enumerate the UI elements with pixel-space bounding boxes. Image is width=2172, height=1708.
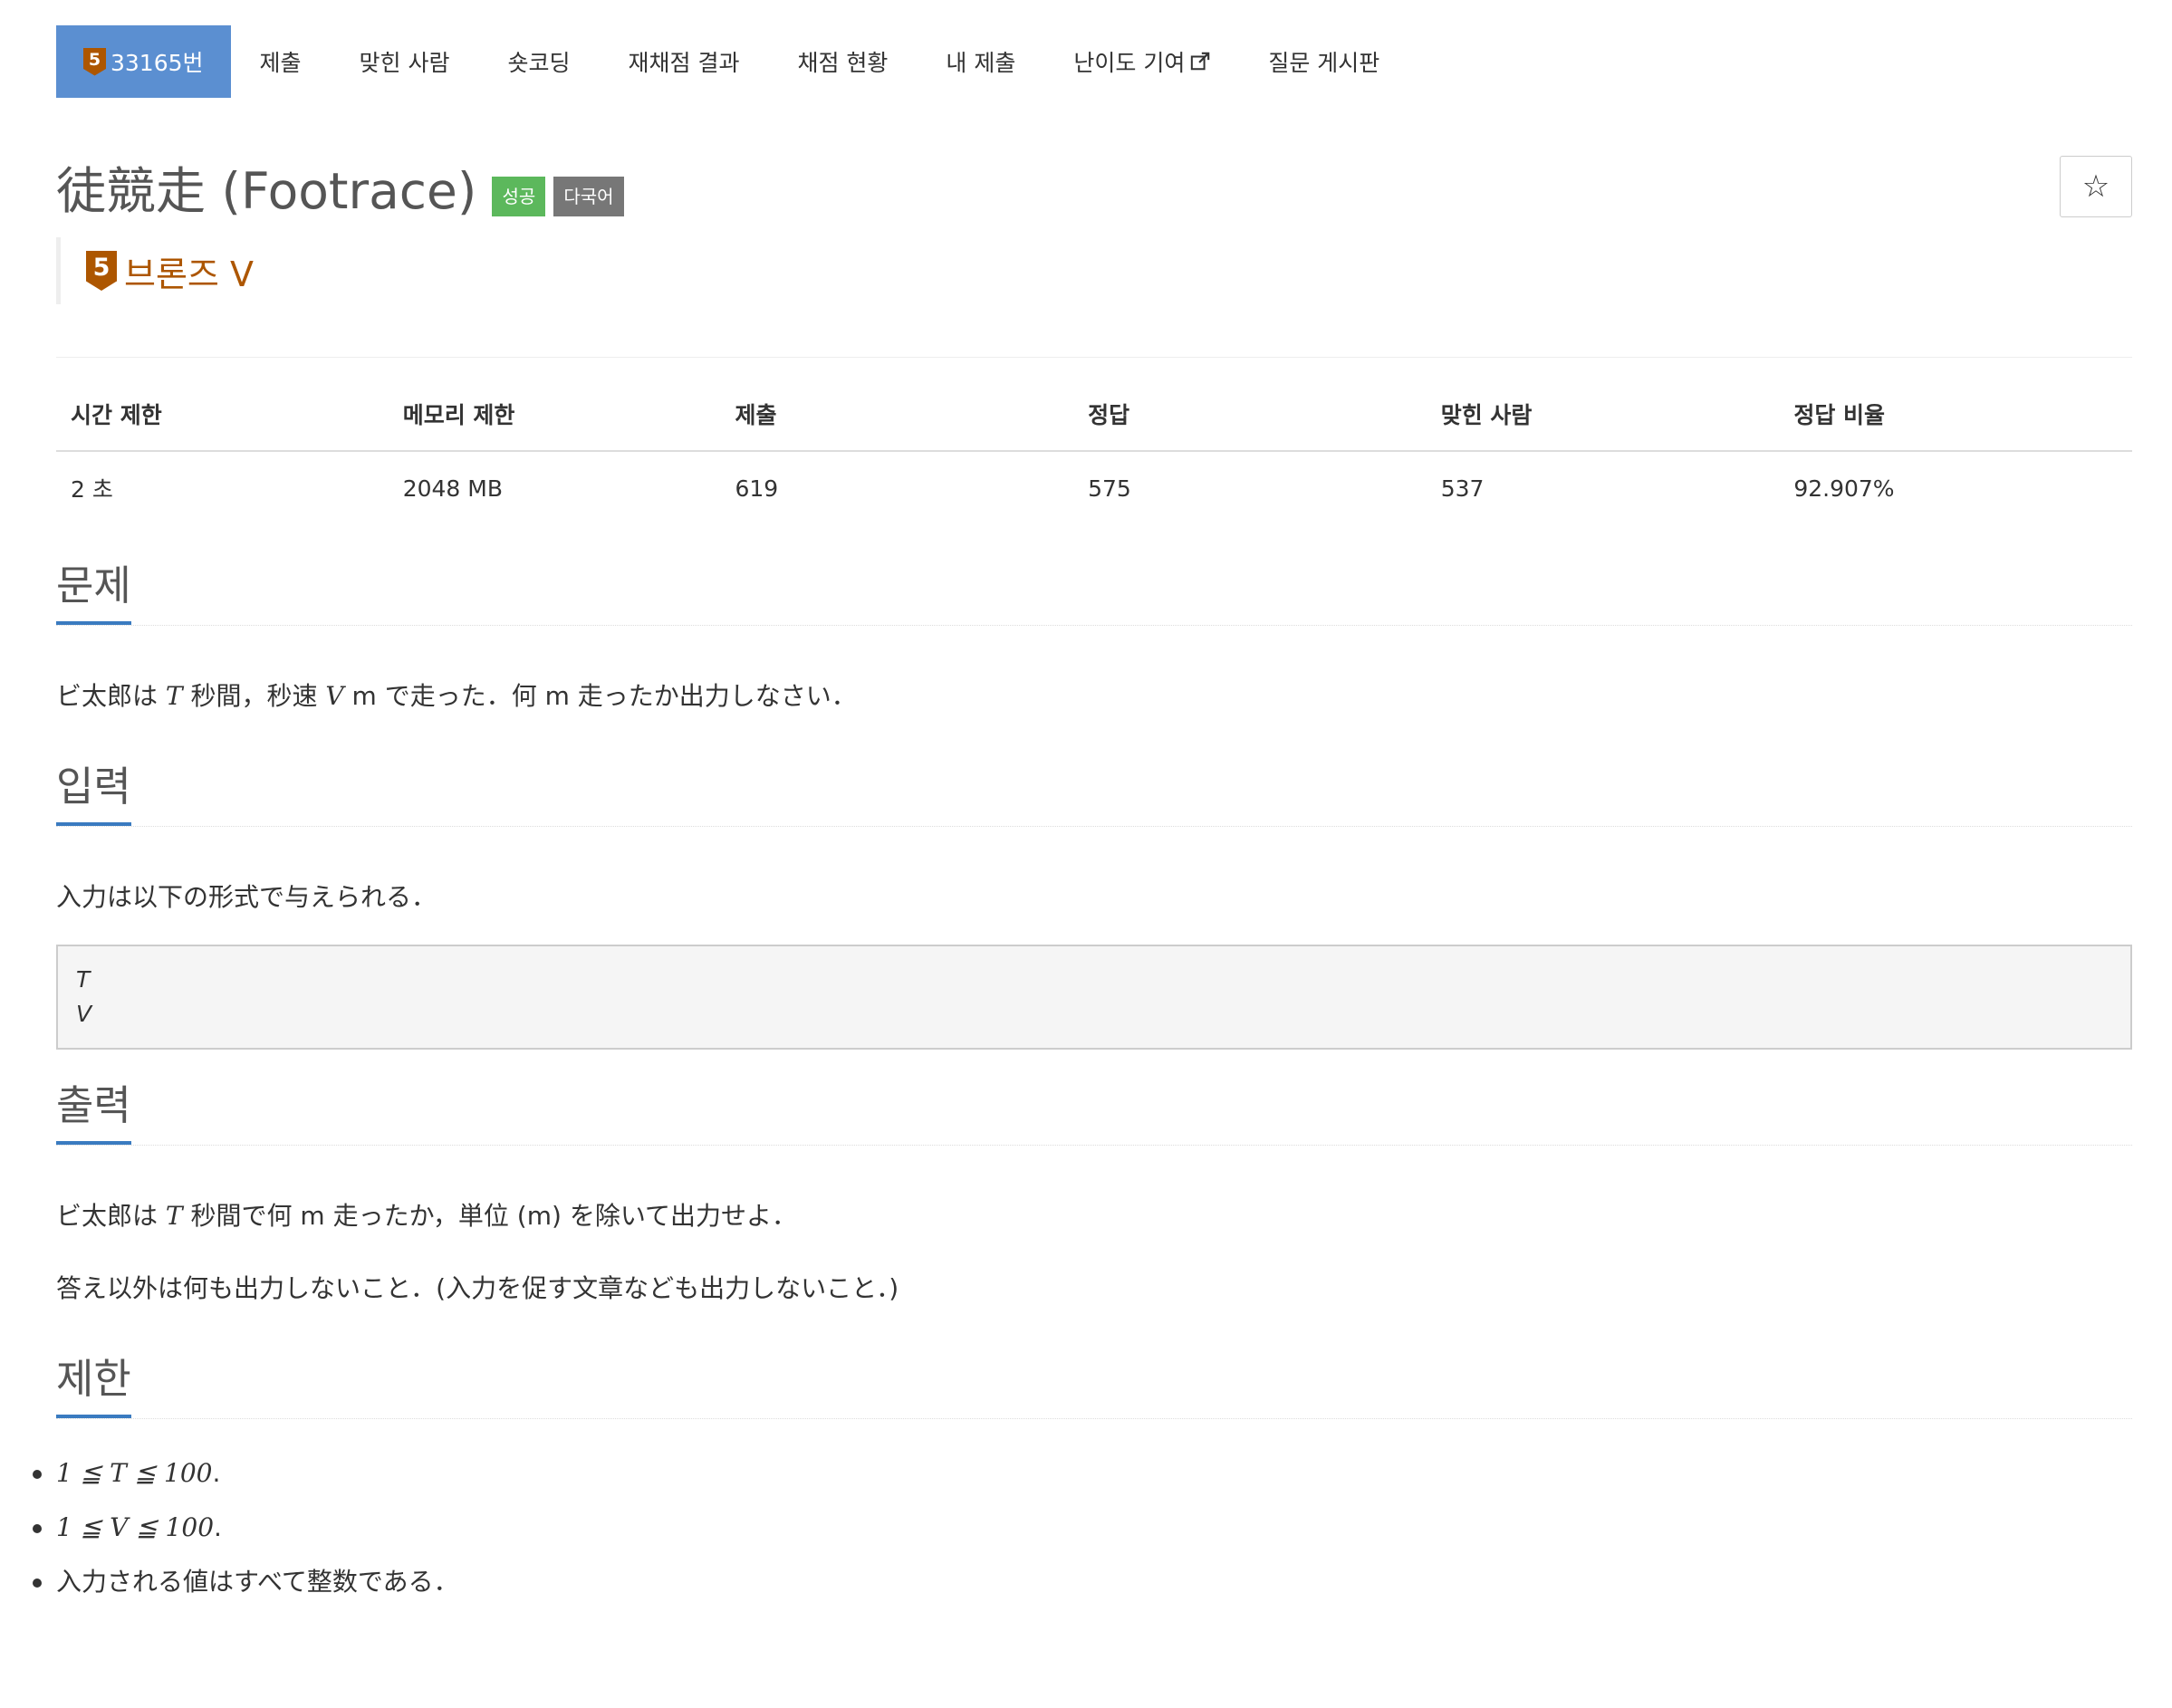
nav-rejudge-tab[interactable]: 재채점 결과 — [600, 25, 769, 98]
header-time-limit: 시간 제한 — [56, 398, 389, 452]
problem-heading: 문제 — [56, 563, 131, 625]
nav-solvers-tab[interactable]: 맞힌 사람 — [331, 25, 479, 98]
limit-t-formula: 1 ≦ T ≦ 100 — [56, 1458, 213, 1488]
period: . — [212, 1458, 221, 1488]
header-accept-ratio: 정답 비율 — [1779, 398, 2132, 452]
input-format-block: T V — [56, 945, 2132, 1050]
input-format-line: V — [76, 1001, 92, 1027]
problem-page: 5 33165번 제출 맞힌 사람 숏코딩 재채점 결과 채점 현황 내 제출 … — [0, 0, 2172, 1708]
problem-section-header: 문제 — [56, 537, 2132, 626]
text-span: 秒間で何 m 走ったか，単位 (m) を除いて出力せよ． — [182, 1201, 797, 1231]
list-item: 1 ≦ T ≦ 100. — [33, 1455, 2132, 1492]
output-heading: 출력 — [56, 1083, 131, 1145]
math-var-t: T — [165, 1201, 183, 1231]
submissions-value: 619 — [735, 475, 779, 502]
solvers-value: 537 — [1440, 475, 1485, 502]
time-limit-value: 2 초 — [71, 476, 113, 503]
text-span: ビ太郎は — [56, 681, 166, 711]
bronze-tier-icon: 5 — [83, 47, 106, 76]
input-heading: 입력 — [56, 764, 131, 826]
problem-title: 徒競走 (Footrace) — [56, 162, 477, 220]
text-span: 秒間，秒速 — [182, 681, 326, 711]
output-section: 출력 ビ太郎は T 秒間で何 m 走ったか，単位 (m) を除いて出力せよ． 答… — [56, 1057, 2132, 1307]
star-icon: ☆ — [2081, 168, 2110, 205]
limits-heading: 제한 — [56, 1357, 131, 1418]
accepted-value: 575 — [1088, 475, 1131, 502]
problem-id-label: 33165번 — [111, 50, 204, 76]
limit-v-formula: 1 ≦ V ≦ 100 — [56, 1512, 215, 1542]
favorite-star-button[interactable]: ☆ — [2060, 156, 2132, 217]
input-description: 入力は以下の形式で与えられる． — [56, 882, 437, 912]
multilang-badge[interactable]: 다국어 — [553, 177, 624, 216]
bronze-tier-icon: 5 — [86, 251, 117, 291]
output-note: 答え以外は何も出力しないこと．(入力を促す文章なども出力しないこと．) — [56, 1273, 899, 1303]
header-memory-limit: 메모리 제한 — [388, 398, 721, 452]
limits-section-header: 제한 — [56, 1330, 2132, 1419]
nav-submit-tab[interactable]: 제출 — [231, 25, 331, 98]
content-container: 5 33165번 제출 맞힌 사람 숏코딩 재채점 결과 채점 현황 내 제출 … — [33, 25, 2132, 1618]
nav-my-submissions-tab[interactable]: 내 제출 — [917, 25, 1044, 98]
input-format-line: T — [76, 966, 91, 993]
limits-section: 제한 1 ≦ T ≦ 100. 1 ≦ V ≦ 100. 入力される値はすべて整… — [33, 1330, 2132, 1600]
problem-nav: 5 33165번 제출 맞힌 사람 숏코딩 재채점 결과 채점 현황 내 제출 … — [56, 25, 2132, 98]
nav-problem-tab[interactable]: 5 33165번 — [56, 25, 231, 98]
problem-section: 문제 ビ太郎は T 秒間，秒速 V m で走った．何 m 走ったか出力しなさい． — [56, 537, 2132, 715]
input-section: 입력 入力は以下の形式で与えられる． T V — [56, 738, 2132, 1050]
output-description: ビ太郎は T 秒間で何 m 走ったか，単位 (m) を除いて出力せよ． — [56, 1198, 2132, 1234]
difficulty-contrib-label: 난이도 기여 — [1073, 50, 1186, 76]
header-submissions: 제출 — [720, 398, 1074, 452]
nav-difficulty-contrib-link[interactable]: 난이도 기여 — [1044, 25, 1239, 98]
divider — [56, 357, 2132, 358]
math-var-v: V — [325, 681, 344, 711]
title-row: 徒競走 (Footrace) 성공 다국어 ☆ — [56, 156, 2132, 221]
input-section-header: 입력 — [56, 738, 2132, 827]
output-section-header: 출력 — [56, 1057, 2132, 1146]
accept-ratio-value: 92.907% — [1793, 475, 1895, 502]
table-row: 2 초 2048 MB 619 575 537 92.907% — [56, 451, 2132, 504]
table-header-row: 시간 제한 메모리 제한 제출 정답 맞힌 사람 정답 비율 — [56, 398, 2132, 452]
problem-info-table: 시간 제한 메모리 제한 제출 정답 맞힌 사람 정답 비율 2 초 2048 … — [56, 398, 2132, 504]
nav-shortcoding-tab[interactable]: 숏코딩 — [479, 25, 600, 98]
memory-limit-value: 2048 MB — [402, 475, 504, 502]
list-item: 1 ≦ V ≦ 100. — [33, 1510, 2132, 1546]
limits-list: 1 ≦ T ≦ 100. 1 ≦ V ≦ 100. 入力される値はすべて整数であ… — [33, 1455, 2132, 1600]
header-solvers: 맞힌 사람 — [1426, 398, 1780, 452]
text-span: ビ太郎は — [56, 1201, 166, 1231]
solved-badge: 성공 — [492, 177, 546, 216]
problem-description: ビ太郎は T 秒間，秒速 V m で走った．何 m 走ったか出力しなさい． — [56, 678, 2132, 715]
external-link-icon — [1191, 52, 1210, 71]
header-accepted: 정답 — [1073, 398, 1427, 452]
math-var-t: T — [165, 681, 183, 711]
tier-blockquote: 5 브론즈 V — [56, 237, 2132, 304]
nav-status-tab[interactable]: 채점 현황 — [768, 25, 917, 98]
list-item: 入力される値はすべて整数である． — [33, 1564, 2132, 1600]
tier-name[interactable]: 브론즈 V — [124, 246, 254, 296]
period: . — [214, 1512, 222, 1542]
nav-qna-tab[interactable]: 질문 게시판 — [1239, 25, 1408, 98]
text-span: m で走った．何 m 走ったか出力しなさい． — [343, 681, 857, 711]
